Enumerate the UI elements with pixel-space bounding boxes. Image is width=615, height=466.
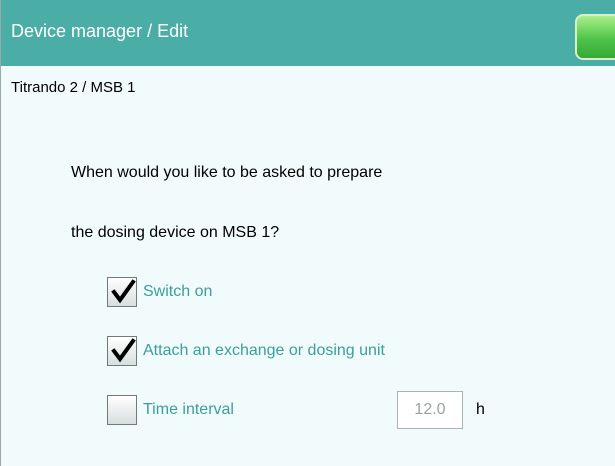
question-line-1: When would you like to be asked to prepa… bbox=[71, 164, 383, 181]
option-attach-unit[interactable]: Attach an exchange or dosing unit bbox=[107, 334, 385, 368]
attach-unit-checkbox[interactable] bbox=[107, 336, 137, 366]
switch-on-checkbox[interactable] bbox=[107, 277, 137, 307]
time-interval-input[interactable]: 12.0 bbox=[397, 391, 463, 429]
ok-button[interactable] bbox=[575, 14, 615, 60]
question-line-2: the dosing device on MSB 1? bbox=[71, 224, 280, 241]
window-title: Device manager / Edit bbox=[11, 21, 189, 41]
option-time-interval[interactable]: Time interval bbox=[107, 393, 234, 427]
option-switch-on[interactable]: Switch on bbox=[107, 275, 212, 309]
time-interval-unit: h bbox=[476, 401, 485, 418]
switch-on-label[interactable]: Switch on bbox=[143, 283, 212, 301]
time-interval-label[interactable]: Time interval bbox=[143, 401, 234, 419]
device-manager-window: Device manager / Edit Titrando 2 / MSB 1… bbox=[0, 0, 615, 466]
title-bar: Device manager / Edit bbox=[1, 0, 615, 66]
checkmark-icon bbox=[111, 338, 136, 363]
checkmark-icon bbox=[111, 279, 136, 304]
time-interval-checkbox[interactable] bbox=[107, 395, 137, 425]
device-subtitle: Titrando 2 / MSB 1 bbox=[11, 79, 136, 96]
attach-unit-label[interactable]: Attach an exchange or dosing unit bbox=[143, 342, 385, 360]
